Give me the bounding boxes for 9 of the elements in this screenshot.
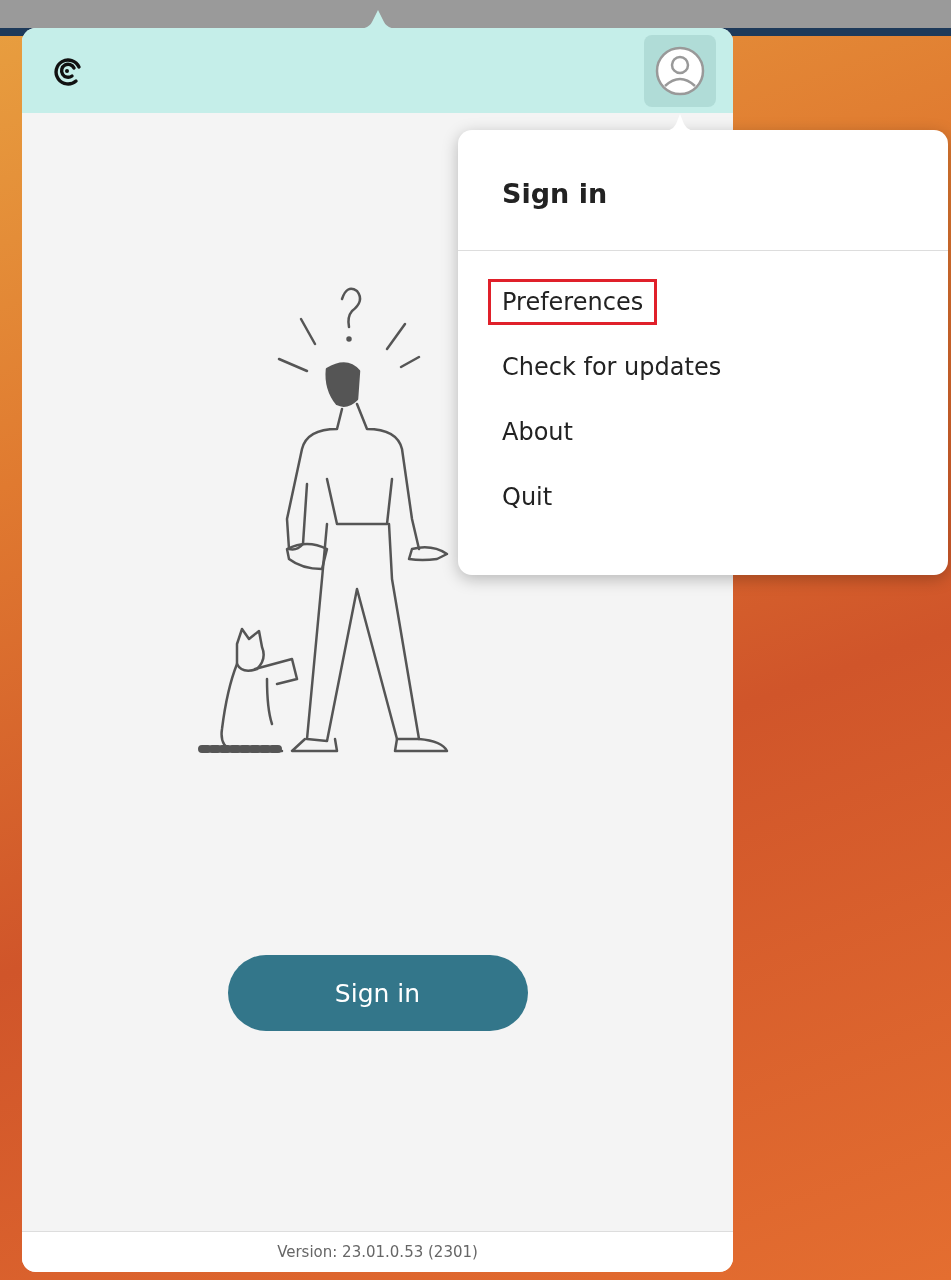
menu-title: Sign in [458, 130, 948, 251]
menu-item[interactable]: Check for updates [488, 344, 736, 390]
menu-item[interactable]: Preferences [488, 279, 658, 325]
menu-item[interactable]: Quit [488, 474, 567, 520]
sign-in-button[interactable]: Sign in [227, 955, 528, 1031]
version-text: Version: 23.01.0.53 (2301) [277, 1243, 478, 1261]
menu-item[interactable]: About [488, 409, 587, 455]
account-button[interactable] [644, 34, 716, 107]
user-icon [655, 45, 705, 96]
